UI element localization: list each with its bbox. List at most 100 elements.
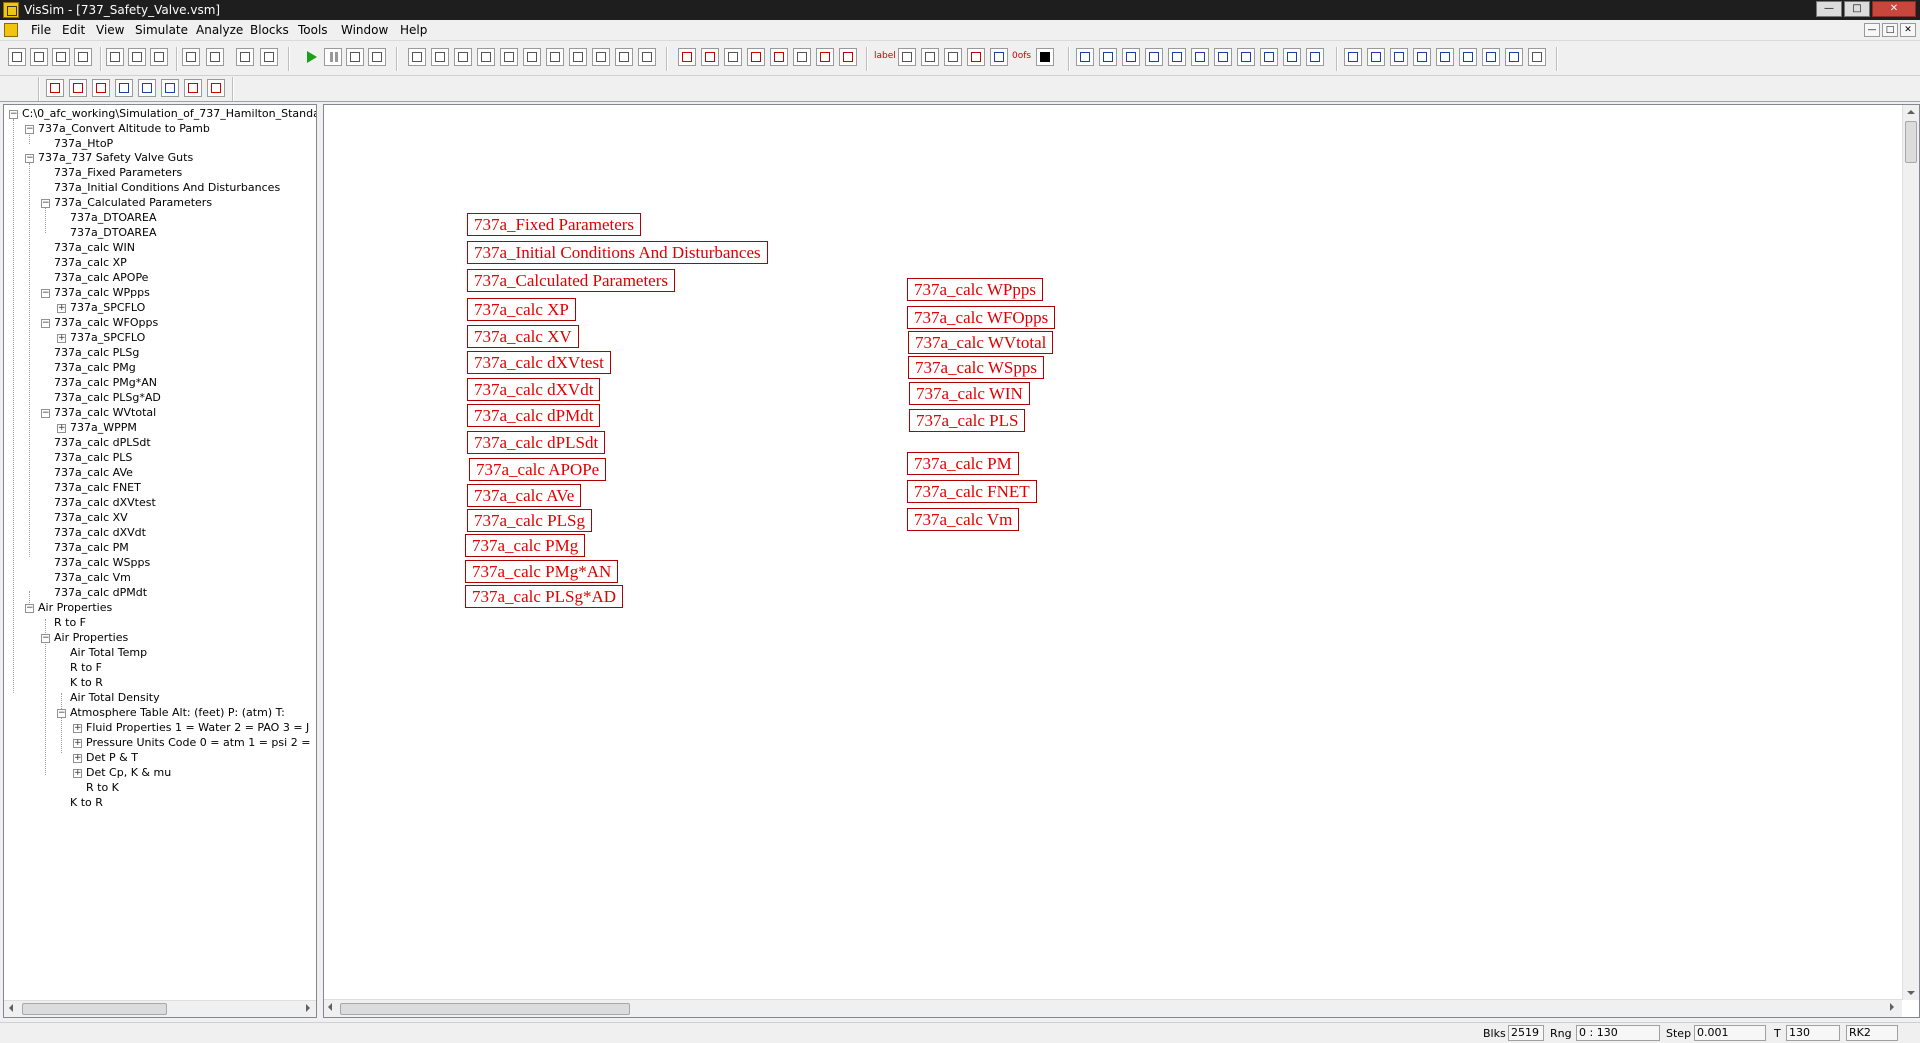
compound-block[interactable]: 737a_calc PMg*AN (465, 560, 619, 583)
tree-item[interactable]: 737a_737 Safety Valve Guts (38, 150, 193, 166)
tree-item[interactable]: 737a_calc PM (54, 540, 129, 556)
block-tool-icon[interactable] (1413, 48, 1431, 66)
compound-block[interactable]: 737a_calc WIN (909, 382, 1030, 405)
tree-item[interactable]: K to R (70, 675, 103, 691)
tree-collapse-toggle[interactable]: − (41, 199, 50, 208)
print-icon[interactable] (74, 48, 92, 66)
tree-item[interactable]: 737a_Convert Altitude to Pamb (38, 121, 210, 137)
tree-item[interactable]: 737a_WPPM (70, 420, 137, 436)
menu-help[interactable]: Help (400, 23, 427, 37)
mdi-minimize-button[interactable]: — (1864, 23, 1880, 37)
tree-item[interactable]: 737a_calc WIN (54, 240, 135, 256)
tree-item[interactable]: Air Total Temp (70, 645, 147, 661)
tree-expand-toggle[interactable]: + (73, 754, 82, 763)
scroll-down-icon[interactable] (1907, 991, 1915, 995)
block-tool-icon[interactable] (1306, 48, 1324, 66)
align-icon[interactable] (182, 48, 200, 66)
block-tool-icon[interactable] (115, 79, 133, 97)
compound-block[interactable]: 737a_calc dPLSdt (467, 431, 606, 454)
tree-item[interactable]: 737a_Initial Conditions And Disturbances (54, 180, 280, 196)
block-tool-icon[interactable] (592, 48, 610, 66)
block-tool-icon[interactable] (138, 79, 156, 97)
diagram-canvas[interactable]: 737a_Fixed Parameters 737a_Initial Condi… (323, 104, 1920, 1018)
tree-item[interactable]: Air Properties (54, 630, 128, 646)
tree-item[interactable]: R to K (86, 780, 119, 796)
menu-edit[interactable]: Edit (62, 23, 85, 37)
block-tool-icon[interactable] (1482, 48, 1500, 66)
copy-icon[interactable] (128, 48, 146, 66)
tree-item[interactable]: 737a_calc PMg (54, 360, 136, 376)
block-tool-icon[interactable] (944, 48, 962, 66)
tree-item[interactable]: 737a_calc XV (54, 510, 128, 526)
display-block-icon[interactable] (724, 48, 742, 66)
compound-block[interactable]: 737a_calc Vm (907, 508, 1020, 531)
move-down-icon[interactable] (260, 48, 278, 66)
tree-collapse-toggle[interactable]: − (41, 409, 50, 418)
plot-block-icon[interactable] (747, 48, 765, 66)
compound-block[interactable]: 737a_calc PLS (909, 409, 1026, 432)
plot-block-icon[interactable] (770, 48, 788, 66)
menu-tools[interactable]: Tools (298, 23, 328, 37)
block-tool-icon[interactable] (1214, 48, 1232, 66)
block-tool-icon[interactable] (638, 48, 656, 66)
tree-expand-toggle[interactable]: + (57, 304, 66, 313)
tree-item[interactable]: 737a_SPCFLO (70, 330, 145, 346)
block-tool-icon[interactable] (69, 79, 87, 97)
tree-item[interactable]: 737a_calc WSpps (54, 555, 150, 571)
plot-block-icon[interactable] (678, 48, 696, 66)
tree-item[interactable]: 737a_calc AVe (54, 465, 133, 481)
compound-block[interactable]: 737a_calc dPMdt (467, 404, 601, 427)
tree-item[interactable]: 737a_calc PLSg (54, 345, 139, 361)
tree-item[interactable]: Atmosphere Table Alt: (feet) P: (atm) T: (70, 705, 285, 721)
compound-block[interactable]: 737a_calc XP (467, 298, 576, 321)
scroll-thumb[interactable] (340, 1003, 630, 1015)
tree-collapse-root[interactable]: − (9, 110, 18, 119)
tree-item[interactable]: Det P & T (86, 750, 138, 766)
play-icon[interactable] (302, 48, 320, 66)
new-file-icon[interactable] (8, 48, 26, 66)
color-icon[interactable] (1036, 48, 1054, 66)
scroll-right-icon[interactable] (306, 1004, 310, 1012)
block-tool-icon[interactable] (477, 48, 495, 66)
tree-item[interactable]: 737a_calc APOPe (54, 270, 148, 286)
tree-item[interactable]: 737a_Fixed Parameters (54, 165, 182, 181)
compound-block[interactable]: 737a_calc dXVdt (467, 378, 601, 401)
tree-item[interactable]: 737a_Calculated Parameters (54, 195, 212, 211)
tree-collapse-toggle[interactable]: − (25, 125, 34, 134)
block-tool-icon[interactable] (184, 79, 202, 97)
block-tool-icon[interactable] (161, 79, 179, 97)
compound-block[interactable]: 737a_calc PLSg (467, 509, 592, 532)
tree-item[interactable]: 737a_calc WPpps (54, 285, 150, 301)
block-tool-icon[interactable] (1390, 48, 1408, 66)
block-tool-icon[interactable] (1505, 48, 1523, 66)
menu-analyze[interactable]: Analyze (196, 23, 243, 37)
tree-item[interactable]: 737a_calc dXVdt (54, 525, 146, 541)
tree-item-root[interactable]: C:\0_afc_working\Simulation_of_737_Hamil… (22, 106, 316, 122)
block-tool-icon[interactable] (1436, 48, 1454, 66)
compound-block[interactable]: 737a_calc dXVtest (467, 351, 611, 374)
canvas-vertical-scrollbar[interactable] (1902, 105, 1919, 1000)
tree-item[interactable]: 737a_calc dXVtest (54, 495, 156, 511)
document-icon[interactable] (4, 23, 18, 37)
tree-collapse-toggle[interactable]: − (25, 604, 34, 613)
compound-block[interactable]: 737a_calc PLSg*AD (465, 585, 624, 608)
compound-block[interactable]: 737a_calc FNET (907, 480, 1037, 503)
block-tool-icon[interactable] (1283, 48, 1301, 66)
offset-button[interactable]: 0ofs (1012, 48, 1034, 66)
block-tool-icon[interactable] (454, 48, 472, 66)
block-tool-icon[interactable] (92, 79, 110, 97)
tree-expand-toggle[interactable]: + (57, 424, 66, 433)
canvas-horizontal-scrollbar[interactable] (324, 999, 1902, 1017)
tree-item[interactable]: 737a_calc PLS (54, 450, 132, 466)
compound-block[interactable]: 737a_Calculated Parameters (467, 269, 676, 292)
block-tool-icon[interactable] (1122, 48, 1140, 66)
display-block-icon[interactable] (793, 48, 811, 66)
block-tool-icon[interactable] (615, 48, 633, 66)
tree-item[interactable]: 737a_calc PMg*AN (54, 375, 157, 391)
wire-icon[interactable] (990, 48, 1008, 66)
block-tool-icon[interactable] (1191, 48, 1209, 66)
block-tool-icon[interactable] (207, 79, 225, 97)
compound-block[interactable]: 737a_calc XV (467, 325, 579, 348)
tree-collapse-toggle[interactable]: − (41, 289, 50, 298)
scroll-right-icon[interactable] (1890, 1003, 1894, 1011)
